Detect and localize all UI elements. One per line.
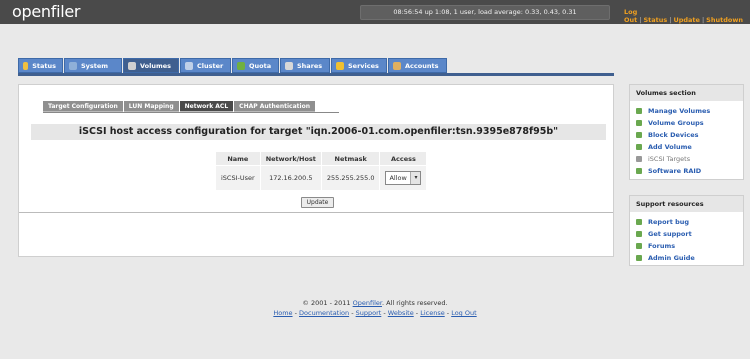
report-bug-icon [636, 219, 642, 225]
sidebar-item-get-support[interactable]: Get support [636, 228, 743, 240]
system-icon [69, 61, 77, 70]
shares-icon [285, 61, 293, 70]
col-netmask: Netmask [320, 151, 381, 166]
footer-home-link[interactable]: Home [273, 309, 292, 317]
top-links: Log Out | Status | Update | Shutdown [624, 8, 743, 24]
footer-website-link[interactable]: Website [388, 309, 414, 317]
accounts-icon [393, 61, 401, 70]
chevron-down-icon: ▾ [410, 172, 421, 184]
system-uptime-info: 08:56:54 up 1:08, 1 user, load average: … [360, 5, 610, 20]
footer-openfiler-link[interactable]: Openfiler [353, 299, 382, 307]
sidebar-item-add-volume[interactable]: Add Volume [636, 141, 743, 153]
subtab-network-acl[interactable]: Network ACL [179, 101, 234, 112]
footer: © 2001 - 2011 Openfiler. All rights rese… [0, 299, 750, 317]
sidebar-item-block-devices[interactable]: Block Devices [636, 129, 743, 141]
footer-logout-link[interactable]: Log Out [451, 309, 476, 317]
tab-volumes[interactable]: Volumes [123, 58, 179, 73]
block-devices-icon [636, 132, 642, 138]
add-volume-icon [636, 144, 642, 150]
tab-underline [18, 73, 614, 76]
update-link[interactable]: Update [673, 16, 700, 24]
col-access: Access [379, 151, 428, 166]
sidebar-item-forums[interactable]: Forums [636, 240, 743, 252]
tab-system[interactable]: System [64, 58, 122, 73]
software-raid-icon [636, 168, 642, 174]
acl-table: Name Network/Host Netmask Access iSCSI-U… [215, 151, 428, 191]
sidebar-item-admin-guide[interactable]: Admin Guide [636, 252, 743, 264]
access-select[interactable]: Allow ▾ [385, 171, 422, 185]
cell-host: 172.16.200.5 [259, 165, 322, 191]
status-link[interactable]: Status [643, 16, 667, 24]
page-title: iSCSI host access configuration for targ… [31, 124, 606, 140]
sidebar-item-iscsi-targets[interactable]: iSCSI Targets [636, 153, 743, 165]
subtab-target-configuration[interactable]: Target Configuration [43, 101, 123, 112]
support-resources-title: Support resources [630, 196, 743, 212]
services-icon [336, 61, 344, 70]
col-name: Name [215, 151, 261, 166]
subtab-lun-mapping[interactable]: LUN Mapping [123, 101, 179, 112]
tab-services[interactable]: Services [331, 58, 387, 73]
logout-link[interactable]: Log Out [624, 8, 637, 24]
volumes-section-title: Volumes section [630, 85, 743, 101]
sidebar-item-volume-groups[interactable]: Volume Groups [636, 117, 743, 129]
main-panel: Target Configuration LUN Mapping Network… [18, 84, 614, 257]
tab-cluster[interactable]: Cluster [180, 58, 231, 73]
sidebar-item-software-raid[interactable]: Software RAID [636, 165, 743, 177]
access-select-value: Allow [389, 174, 407, 182]
acl-table-header: Name Network/Host Netmask Access [215, 151, 428, 166]
subtab-underline [43, 112, 339, 113]
table-row: iSCSI-User 172.16.200.5 255.255.255.0 Al… [215, 165, 428, 191]
forums-icon [636, 243, 642, 249]
admin-guide-icon [636, 255, 642, 261]
tab-quota[interactable]: Quota [232, 58, 279, 73]
col-network-host: Network/Host [259, 151, 322, 166]
cell-name: iSCSI-User [215, 165, 261, 191]
top-bar: openfiler 08:56:54 up 1:08, 1 user, load… [0, 0, 750, 24]
update-button[interactable]: Update [301, 197, 334, 208]
tab-shares[interactable]: Shares [280, 58, 330, 73]
openfiler-logo: openfiler [12, 2, 81, 21]
footer-documentation-link[interactable]: Documentation [299, 309, 349, 317]
sidebar-item-manage-volumes[interactable]: Manage Volumes [636, 105, 743, 117]
volumes-icon [128, 61, 136, 70]
tab-accounts[interactable]: Accounts [388, 58, 447, 73]
status-icon [23, 61, 29, 70]
cell-netmask: 255.255.255.0 [320, 165, 381, 191]
quota-icon [237, 61, 245, 70]
panel-divider [19, 212, 613, 213]
volume-groups-icon [636, 120, 642, 126]
volumes-section-panel: Volumes section Manage Volumes Volume Gr… [629, 84, 744, 180]
main-nav-tabs: Status System Volumes Cluster Quota Shar… [18, 58, 448, 73]
cell-access: Allow ▾ [379, 165, 428, 191]
iscsi-targets-icon [636, 156, 642, 162]
footer-license-link[interactable]: License [420, 309, 445, 317]
footer-copyright: © 2001 - 2011 Openfiler. All rights rese… [302, 299, 448, 307]
footer-support-link[interactable]: Support [356, 309, 382, 317]
shutdown-link[interactable]: Shutdown [706, 16, 743, 24]
sidebar-item-report-bug[interactable]: Report bug [636, 216, 743, 228]
subtab-chap-authentication[interactable]: CHAP Authentication [234, 101, 315, 112]
manage-volumes-icon [636, 108, 642, 114]
cluster-icon [185, 61, 193, 70]
footer-links: Home - Documentation - Support - Website… [273, 309, 477, 317]
tab-status[interactable]: Status [18, 58, 63, 73]
subtabs: Target Configuration LUN Mapping Network… [43, 101, 316, 112]
support-resources-panel: Support resources Report bug Get support… [629, 195, 744, 266]
get-support-icon [636, 231, 642, 237]
